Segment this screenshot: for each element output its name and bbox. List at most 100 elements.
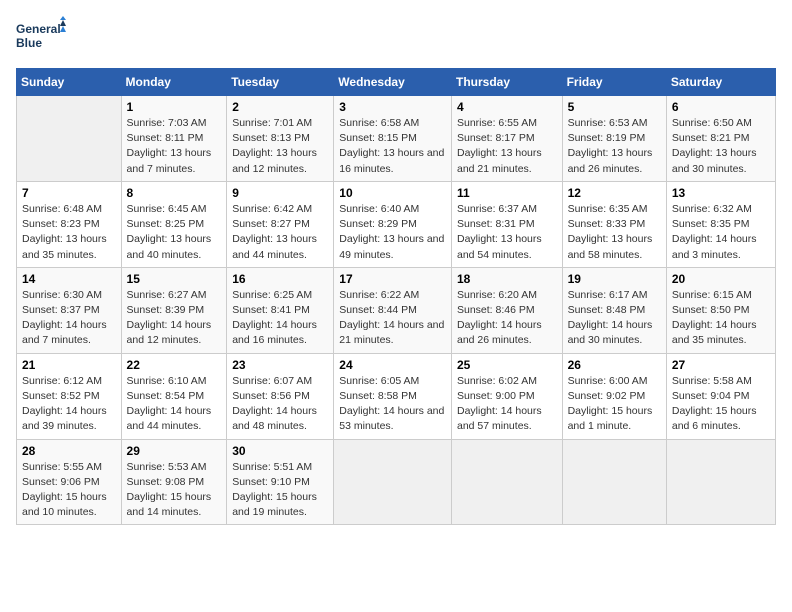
calendar-cell [17,96,122,182]
day-number: 14 [22,272,116,286]
day-info: Sunrise: 6:10 AM Sunset: 8:54 PM Dayligh… [127,374,222,435]
calendar-cell: 19 Sunrise: 6:17 AM Sunset: 8:48 PM Dayl… [562,267,666,353]
calendar-cell: 27 Sunrise: 5:58 AM Sunset: 9:04 PM Dayl… [666,353,775,439]
day-number: 7 [22,186,116,200]
weekday-header-wednesday: Wednesday [334,69,452,96]
calendar-cell: 30 Sunrise: 5:51 AM Sunset: 9:10 PM Dayl… [227,439,334,525]
day-info: Sunrise: 6:55 AM Sunset: 8:17 PM Dayligh… [457,116,557,177]
day-info: Sunrise: 6:58 AM Sunset: 8:15 PM Dayligh… [339,116,446,177]
day-number: 3 [339,100,446,114]
weekday-header-tuesday: Tuesday [227,69,334,96]
calendar-cell: 21 Sunrise: 6:12 AM Sunset: 8:52 PM Dayl… [17,353,122,439]
calendar-cell: 14 Sunrise: 6:30 AM Sunset: 8:37 PM Dayl… [17,267,122,353]
day-number: 29 [127,444,222,458]
calendar-cell: 7 Sunrise: 6:48 AM Sunset: 8:23 PM Dayli… [17,181,122,267]
day-info: Sunrise: 6:42 AM Sunset: 8:27 PM Dayligh… [232,202,328,263]
day-info: Sunrise: 6:22 AM Sunset: 8:44 PM Dayligh… [339,288,446,349]
calendar-cell: 4 Sunrise: 6:55 AM Sunset: 8:17 PM Dayli… [451,96,562,182]
day-number: 11 [457,186,557,200]
day-number: 2 [232,100,328,114]
day-number: 4 [457,100,557,114]
day-info: Sunrise: 6:32 AM Sunset: 8:35 PM Dayligh… [672,202,770,263]
day-info: Sunrise: 6:02 AM Sunset: 9:00 PM Dayligh… [457,374,557,435]
day-info: Sunrise: 5:55 AM Sunset: 9:06 PM Dayligh… [22,460,116,521]
day-info: Sunrise: 7:01 AM Sunset: 8:13 PM Dayligh… [232,116,328,177]
calendar-cell: 20 Sunrise: 6:15 AM Sunset: 8:50 PM Dayl… [666,267,775,353]
calendar-cell: 8 Sunrise: 6:45 AM Sunset: 8:25 PM Dayli… [121,181,227,267]
day-info: Sunrise: 6:48 AM Sunset: 8:23 PM Dayligh… [22,202,116,263]
svg-text:Blue: Blue [16,36,42,50]
calendar-week-1: 1 Sunrise: 7:03 AM Sunset: 8:11 PM Dayli… [17,96,776,182]
calendar-cell: 5 Sunrise: 6:53 AM Sunset: 8:19 PM Dayli… [562,96,666,182]
day-info: Sunrise: 6:37 AM Sunset: 8:31 PM Dayligh… [457,202,557,263]
calendar-cell [334,439,452,525]
day-info: Sunrise: 6:27 AM Sunset: 8:39 PM Dayligh… [127,288,222,349]
svg-text:General: General [16,22,61,36]
day-number: 16 [232,272,328,286]
day-info: Sunrise: 6:30 AM Sunset: 8:37 PM Dayligh… [22,288,116,349]
day-info: Sunrise: 6:45 AM Sunset: 8:25 PM Dayligh… [127,202,222,263]
calendar-cell: 6 Sunrise: 6:50 AM Sunset: 8:21 PM Dayli… [666,96,775,182]
day-number: 19 [568,272,661,286]
day-number: 18 [457,272,557,286]
day-number: 23 [232,358,328,372]
day-number: 6 [672,100,770,114]
day-info: Sunrise: 5:58 AM Sunset: 9:04 PM Dayligh… [672,374,770,435]
day-number: 10 [339,186,446,200]
day-info: Sunrise: 5:51 AM Sunset: 9:10 PM Dayligh… [232,460,328,521]
calendar-cell [666,439,775,525]
day-number: 25 [457,358,557,372]
day-info: Sunrise: 6:07 AM Sunset: 8:56 PM Dayligh… [232,374,328,435]
day-info: Sunrise: 6:17 AM Sunset: 8:48 PM Dayligh… [568,288,661,349]
day-number: 15 [127,272,222,286]
day-number: 5 [568,100,661,114]
calendar-week-5: 28 Sunrise: 5:55 AM Sunset: 9:06 PM Dayl… [17,439,776,525]
day-number: 26 [568,358,661,372]
day-info: Sunrise: 6:00 AM Sunset: 9:02 PM Dayligh… [568,374,661,435]
day-number: 20 [672,272,770,286]
calendar-cell: 18 Sunrise: 6:20 AM Sunset: 8:46 PM Dayl… [451,267,562,353]
calendar-cell: 25 Sunrise: 6:02 AM Sunset: 9:00 PM Dayl… [451,353,562,439]
day-number: 28 [22,444,116,458]
logo: General Blue [16,16,66,56]
weekday-header-sunday: Sunday [17,69,122,96]
weekday-header-thursday: Thursday [451,69,562,96]
calendar-cell [562,439,666,525]
calendar-cell: 16 Sunrise: 6:25 AM Sunset: 8:41 PM Dayl… [227,267,334,353]
weekday-header-monday: Monday [121,69,227,96]
day-info: Sunrise: 6:20 AM Sunset: 8:46 PM Dayligh… [457,288,557,349]
calendar-cell: 23 Sunrise: 6:07 AM Sunset: 8:56 PM Dayl… [227,353,334,439]
calendar-week-2: 7 Sunrise: 6:48 AM Sunset: 8:23 PM Dayli… [17,181,776,267]
day-info: Sunrise: 5:53 AM Sunset: 9:08 PM Dayligh… [127,460,222,521]
day-number: 27 [672,358,770,372]
calendar-table: SundayMondayTuesdayWednesdayThursdayFrid… [16,68,776,525]
page-header: General Blue [16,16,776,56]
day-number: 12 [568,186,661,200]
weekday-header-saturday: Saturday [666,69,775,96]
calendar-week-4: 21 Sunrise: 6:12 AM Sunset: 8:52 PM Dayl… [17,353,776,439]
day-info: Sunrise: 6:25 AM Sunset: 8:41 PM Dayligh… [232,288,328,349]
weekday-header-friday: Friday [562,69,666,96]
weekday-header-row: SundayMondayTuesdayWednesdayThursdayFrid… [17,69,776,96]
day-info: Sunrise: 6:50 AM Sunset: 8:21 PM Dayligh… [672,116,770,177]
day-number: 17 [339,272,446,286]
day-info: Sunrise: 6:35 AM Sunset: 8:33 PM Dayligh… [568,202,661,263]
calendar-cell: 1 Sunrise: 7:03 AM Sunset: 8:11 PM Dayli… [121,96,227,182]
calendar-cell [451,439,562,525]
day-number: 1 [127,100,222,114]
day-number: 24 [339,358,446,372]
calendar-cell: 2 Sunrise: 7:01 AM Sunset: 8:13 PM Dayli… [227,96,334,182]
day-number: 13 [672,186,770,200]
day-number: 21 [22,358,116,372]
day-info: Sunrise: 6:40 AM Sunset: 8:29 PM Dayligh… [339,202,446,263]
calendar-cell: 24 Sunrise: 6:05 AM Sunset: 8:58 PM Dayl… [334,353,452,439]
day-info: Sunrise: 6:15 AM Sunset: 8:50 PM Dayligh… [672,288,770,349]
calendar-week-3: 14 Sunrise: 6:30 AM Sunset: 8:37 PM Dayl… [17,267,776,353]
logo-svg: General Blue [16,16,66,56]
calendar-cell: 15 Sunrise: 6:27 AM Sunset: 8:39 PM Dayl… [121,267,227,353]
calendar-cell: 28 Sunrise: 5:55 AM Sunset: 9:06 PM Dayl… [17,439,122,525]
calendar-cell: 10 Sunrise: 6:40 AM Sunset: 8:29 PM Dayl… [334,181,452,267]
calendar-cell: 22 Sunrise: 6:10 AM Sunset: 8:54 PM Dayl… [121,353,227,439]
day-info: Sunrise: 7:03 AM Sunset: 8:11 PM Dayligh… [127,116,222,177]
day-info: Sunrise: 6:05 AM Sunset: 8:58 PM Dayligh… [339,374,446,435]
